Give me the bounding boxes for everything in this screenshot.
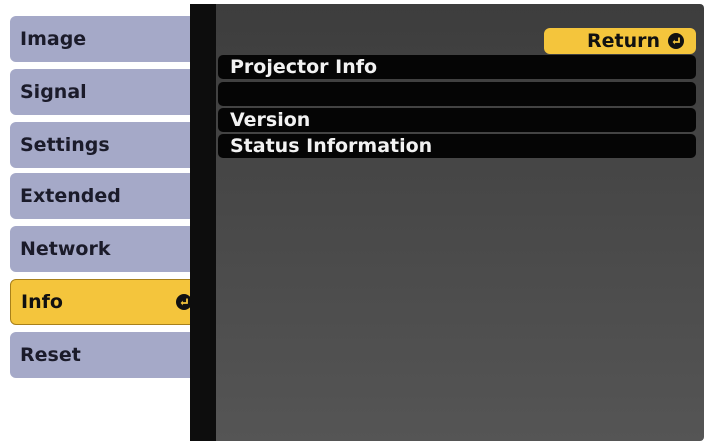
projector-menu-screen: Image Signal Settings Extended Network I… [0, 0, 710, 441]
tab-label: Settings [20, 134, 110, 156]
menu-item-blank[interactable] [218, 82, 696, 106]
enter-icon [668, 33, 684, 49]
menu-item-label: Status Information [230, 135, 433, 157]
tab-image[interactable]: Image [10, 16, 205, 62]
menu-item-version[interactable]: Version [218, 108, 696, 132]
tab-settings[interactable]: Settings [10, 122, 205, 168]
tab-reset[interactable]: Reset [10, 332, 205, 378]
tab-label: Reset [20, 344, 81, 366]
menu-item-projector-info[interactable]: Projector Info [218, 55, 696, 79]
sidebar: Image Signal Settings Extended Network I… [0, 0, 205, 441]
menu-item-status-information[interactable]: Status Information [218, 134, 696, 158]
tab-signal[interactable]: Signal [10, 69, 205, 115]
tab-label: Info [21, 291, 63, 313]
tab-info[interactable]: Info [10, 279, 205, 325]
tab-label: Image [20, 28, 87, 50]
panel-edge [190, 4, 216, 441]
tab-label: Network [20, 238, 111, 260]
menu-item-label: Projector Info [230, 56, 378, 78]
menu-item-label: Version [230, 109, 311, 131]
tab-label: Extended [20, 185, 121, 207]
tab-network[interactable]: Network [10, 226, 205, 272]
tab-extended[interactable]: Extended [10, 173, 205, 219]
tab-label: Signal [20, 81, 87, 103]
return-label: Return [586, 30, 660, 52]
return-button[interactable]: Return [544, 28, 696, 54]
